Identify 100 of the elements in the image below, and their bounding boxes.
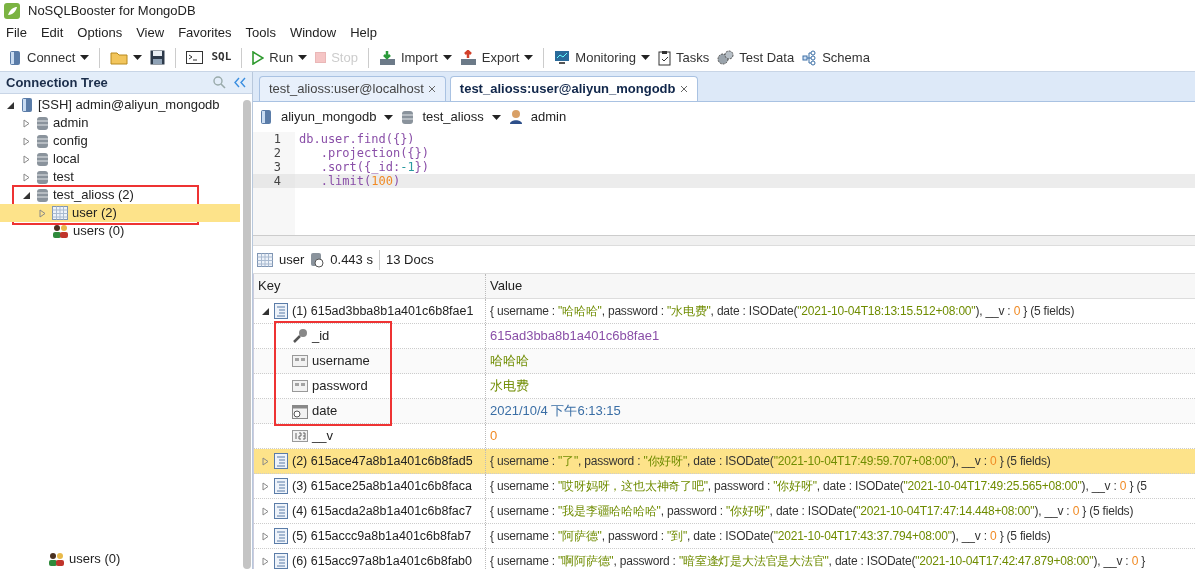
server-icon (8, 49, 22, 66)
column-header[interactable]: Value (486, 274, 1195, 298)
toolbar-button[interactable]: Tasks (654, 45, 714, 70)
tree-item[interactable]: [SSH] admin@aliyun_mongodb (0, 96, 240, 114)
document-count: 13 Docs (385, 250, 434, 269)
close-icon[interactable] (427, 85, 436, 93)
expand-arrow-icon[interactable] (262, 556, 270, 566)
expand-arrow-icon[interactable] (23, 118, 31, 128)
server-icon (20, 97, 34, 113)
expand-arrow-icon[interactable] (23, 136, 31, 146)
search-icon[interactable] (213, 76, 226, 89)
menu-item[interactable]: Edit (40, 23, 64, 43)
menu-item[interactable]: Tools (245, 23, 276, 43)
line-number: 4 (253, 174, 295, 188)
column-header[interactable]: Key (254, 274, 486, 298)
toolbar-button[interactable]: Run (248, 45, 312, 70)
table-icon (52, 206, 68, 220)
line-number: 1 (272, 132, 282, 146)
field-name: __v (312, 427, 333, 446)
document-row[interactable]: (6) 615acc97a8b1a401c6b8fab0 { username : "啊阿萨德", password : "暗室逢灯是大法官是大法官", date : ISODate("2021-10-04T17:42:47.879+08:00"), __v : 0 } (254, 549, 1195, 569)
tree-item[interactable]: test_alioss (2) (0, 186, 240, 204)
expand-arrow-icon[interactable] (262, 506, 270, 516)
terminal-icon (186, 51, 204, 64)
dropdown-caret-icon (491, 114, 501, 120)
tree-item[interactable]: test (0, 168, 240, 186)
field-value: 0 (490, 427, 498, 446)
tree-label: users (0) (73, 222, 125, 241)
line-number: 2 (272, 146, 282, 160)
collapse-arrow-icon[interactable] (23, 190, 31, 200)
tree-item[interactable]: admin (0, 114, 240, 132)
expand-arrow-icon[interactable] (23, 154, 31, 164)
toolbar-button[interactable]: Import (374, 45, 456, 70)
field-name: _id (312, 327, 330, 346)
menu-item[interactable]: File (6, 23, 27, 43)
collapse-arrow-icon[interactable] (262, 306, 270, 316)
export-icon (459, 49, 477, 66)
menu-item[interactable]: Favorites (178, 23, 232, 43)
collapse-arrow-icon[interactable] (7, 100, 15, 110)
editor-tab[interactable]: test_alioss:user@localhost (259, 76, 446, 101)
expand-arrow-icon[interactable] (262, 481, 270, 491)
document-row[interactable]: (2) 615ace47a8b1a401c6b8fad5 { username : "了", password : "你好呀", date : ISODate("2021-10-04T17:49:59.707+08:00"), __v : 0 } (5 fields) (254, 449, 1195, 474)
document-row[interactable]: (4) 615acda2a8b1a401c6b8fac7 { username : "我是李疆哈哈哈哈", password : "你好呀", date : ISODate("2021-10-04T17:47:14.448+08:00"), __v : 0 } (5 fields) (254, 499, 1195, 524)
quotes-icon (292, 380, 308, 392)
database-icon (36, 187, 49, 203)
integer-icon (292, 430, 308, 442)
quotes-icon (292, 355, 308, 367)
import-icon (378, 49, 396, 66)
toolbar-button[interactable]: Monitoring (550, 45, 655, 70)
document-row[interactable]: (5) 615accc9a8b1a401c6b8fab7 { username : "阿萨德", password : "到", date : ISODate("2021-10-04T17:43:37.794+08:00"), __v : 0 } (5 fields) (254, 524, 1195, 549)
database-icon (36, 169, 49, 185)
save-icon (150, 50, 166, 65)
document-key: (1) 615ad3bba8b1a401c6b8fae1 (292, 301, 474, 321)
expand-arrow-icon[interactable] (262, 531, 270, 541)
expand-arrow-icon[interactable] (23, 172, 31, 182)
menu-item[interactable]: Help (350, 23, 377, 43)
caret-icon (298, 55, 308, 60)
tree-label: [SSH] admin@aliyun_mongodb (38, 96, 220, 115)
document-icon (274, 503, 288, 519)
database-icon (36, 133, 49, 149)
document-key: (5) 615accc9a8b1a401c6b8fab7 (292, 526, 472, 546)
close-icon[interactable] (679, 85, 688, 93)
folder-icon (110, 50, 129, 65)
toolbar-button[interactable]: Schema (798, 45, 874, 70)
expand-arrow-icon[interactable] (262, 456, 270, 466)
database-selector[interactable]: test_alioss (422, 107, 484, 127)
toolbar-button[interactable]: Connect (4, 45, 94, 70)
clipboard-icon (658, 49, 672, 66)
user-icon (508, 109, 523, 125)
code-editor[interactable]: 1 2 3 4 db.user.find({}) .projection({}) .sort({_id:-1}) .limit(100) (253, 132, 1195, 236)
tree-item[interactable]: users (0) (0, 222, 240, 240)
caret-icon (524, 55, 534, 60)
tree-label: admin (53, 114, 89, 133)
menu-item[interactable]: Window (289, 23, 337, 43)
tree-item[interactable]: config (0, 132, 240, 150)
menu-item[interactable]: Options (77, 23, 123, 43)
document-key: (3) 615ace25a8b1a401c6b8faca (292, 476, 472, 496)
monitor-icon (554, 50, 571, 65)
server-selector[interactable]: aliyun_mongodb (281, 107, 377, 127)
database-icon (36, 115, 49, 131)
expand-arrow-icon[interactable] (39, 208, 47, 218)
document-icon (274, 303, 288, 319)
dropdown-caret-icon (384, 114, 394, 120)
document-icon (274, 478, 288, 494)
tree-label: test_alioss (2) (53, 186, 134, 205)
toolbar-button[interactable]: Export (455, 45, 538, 70)
toolbar-button[interactable]: Test Data (713, 45, 799, 70)
collapse-panel-icon[interactable] (234, 77, 246, 88)
tree-item[interactable]: user (2) (0, 204, 240, 222)
document-row[interactable]: (1) 615ad3bba8b1a401c6b8fae1 { username : "哈哈哈", password : "水电费", date : ISODate("2021-10-04T18:13:15.512+08:00"), __v : 0 } (5 fields) (254, 299, 1195, 324)
user-label: admin (530, 108, 567, 127)
document-icon (274, 528, 288, 544)
menu-item[interactable]: View (136, 23, 165, 43)
stop-icon (315, 52, 327, 63)
app-logo-icon (4, 3, 20, 19)
tree-item[interactable]: local (0, 150, 240, 168)
table-icon (257, 252, 273, 267)
tree-label: users (0) (69, 550, 121, 569)
editor-tab[interactable]: test_alioss:user@aliyun_mongodb (449, 76, 698, 101)
document-row[interactable]: (3) 615ace25a8b1a401c6b8faca { username : "哎呀妈呀，这也太神奇了吧", password : "你好呀", date : ISODate("2021-10-04T17:49:25.565+08:00"), __v : 0 } (5 (254, 474, 1195, 499)
toolbar-button[interactable]: SQL (207, 45, 236, 70)
